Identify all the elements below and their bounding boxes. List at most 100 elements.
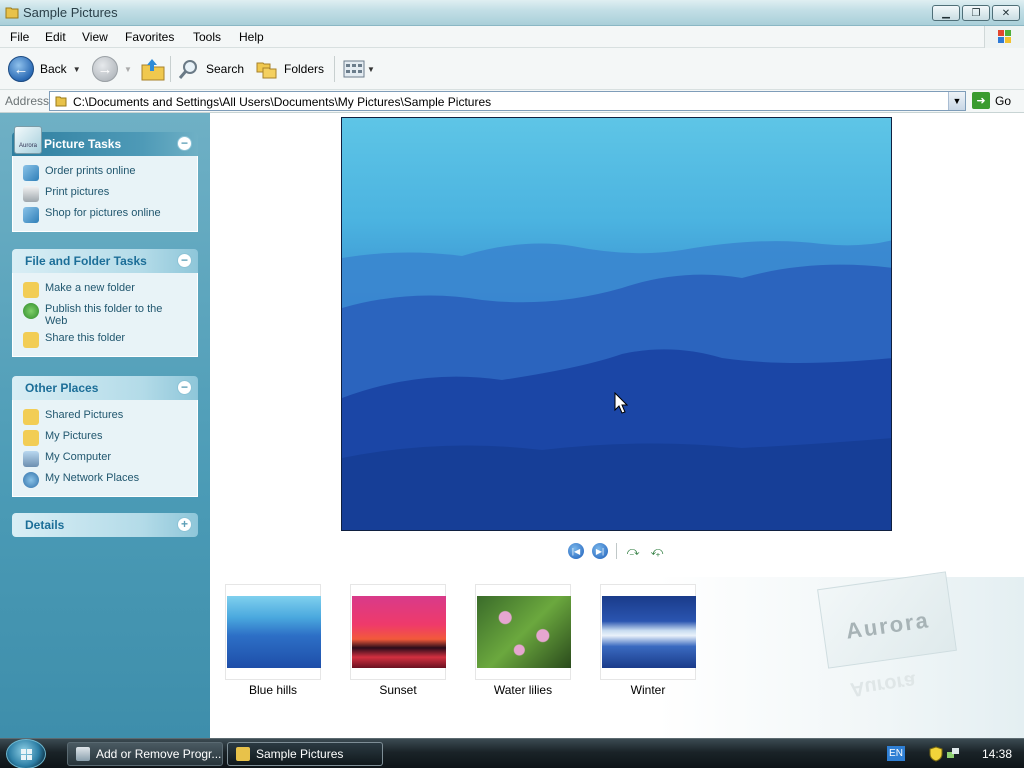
next-icon: ▶| — [595, 546, 605, 556]
security-shield-icon[interactable] — [929, 746, 943, 762]
menu-file[interactable]: File — [10, 30, 29, 44]
up-folder-button[interactable] — [140, 54, 166, 84]
task-new-folder[interactable]: Make a new folder — [13, 280, 197, 301]
printer-icon — [23, 186, 39, 202]
preview-controls: |◀ ▶| ⤼ ⤽ — [568, 543, 665, 559]
address-bar: Address C:\Documents and Settings\All Us… — [0, 90, 1024, 113]
back-label: Back — [40, 62, 67, 76]
search-button[interactable]: Search — [178, 54, 244, 84]
collapse-icon[interactable]: − — [177, 136, 192, 151]
views-dropdown-icon: ▼ — [367, 64, 375, 74]
go-button[interactable]: ➜ Go — [972, 92, 1011, 109]
rotate-clockwise-button[interactable]: ⤼ — [625, 543, 641, 559]
picture-tasks-header[interactable]: Aurora Picture Tasks − — [12, 126, 198, 156]
menu-favorites[interactable]: Favorites — [125, 30, 174, 44]
task-print-pictures[interactable]: Print pictures — [13, 184, 197, 205]
thumbnail-image — [477, 596, 571, 668]
network-icon[interactable] — [946, 746, 960, 762]
thumbnail-winter[interactable] — [600, 584, 696, 680]
other-places-panel: Other Places − Shared Pictures My Pictur… — [12, 376, 198, 497]
other-places-header[interactable]: Other Places − — [12, 376, 198, 400]
panel-title: Other Places — [25, 381, 99, 395]
menu-tools[interactable]: Tools — [193, 30, 221, 44]
control-panel-icon — [76, 747, 90, 761]
close-button[interactable]: ✕ — [992, 5, 1020, 21]
minimize-button[interactable]: ▁ — [932, 5, 960, 21]
file-folder-tasks-header[interactable]: File and Folder Tasks − — [12, 249, 198, 273]
place-shared-pictures[interactable]: Shared Pictures — [13, 407, 197, 428]
forward-dropdown-icon[interactable]: ▼ — [124, 65, 132, 74]
menu-edit[interactable]: Edit — [45, 30, 66, 44]
network-places-icon — [23, 472, 39, 488]
views-icon — [343, 60, 365, 78]
task-shop-pictures[interactable]: Shop for pictures online — [13, 205, 197, 226]
blue-hills-image — [342, 240, 891, 530]
thumbnail-label: Blue hills — [248, 683, 298, 697]
taskbar-add-remove-programs[interactable]: Add or Remove Progr... — [67, 742, 223, 766]
address-input[interactable]: C:\Documents and Settings\All Users\Docu… — [49, 91, 966, 111]
new-folder-icon — [23, 282, 39, 298]
next-image-button[interactable]: ▶| — [592, 543, 608, 559]
filmstrip: Aurora Aurora Blue hills Sunset Water li… — [210, 571, 1024, 738]
picture-tasks-panel: Aurora Picture Tasks − Order prints onli… — [12, 126, 198, 232]
rotate-clockwise-icon: ⤼ — [626, 543, 640, 558]
address-path: C:\Documents and Settings\All Users\Docu… — [73, 95, 492, 109]
place-my-network-places[interactable]: My Network Places — [13, 470, 197, 491]
thumbnail-label: Winter — [630, 683, 666, 697]
panel-title: File and Folder Tasks — [25, 254, 147, 268]
thumbnail-water-lilies[interactable] — [475, 584, 571, 680]
rotate-counterclockwise-icon: ⤽ — [650, 543, 664, 558]
task-order-prints[interactable]: Order prints online — [13, 163, 197, 184]
address-dropdown-button[interactable]: ▼ — [948, 92, 965, 110]
aurora-watermark-reflection: Aurora — [848, 669, 917, 701]
taskbar: Add or Remove Progr... Sample Pictures E… — [0, 738, 1024, 768]
folder-icon — [55, 96, 67, 107]
thumbnail-sunset[interactable] — [350, 584, 446, 680]
back-dropdown-icon[interactable]: ▼ — [73, 65, 81, 74]
forward-button[interactable]: → ▼ — [92, 54, 132, 84]
menu-help[interactable]: Help — [239, 30, 264, 44]
system-tray: EN 14:38 — [884, 739, 1024, 768]
place-my-computer[interactable]: My Computer — [13, 449, 197, 470]
expand-icon[interactable]: + — [177, 517, 192, 532]
up-folder-icon — [141, 59, 165, 81]
folders-icon — [256, 62, 277, 79]
title-bar: Sample Pictures ▁ ❐ ✕ — [0, 0, 1024, 26]
collapse-icon[interactable]: − — [177, 380, 192, 395]
search-icon — [178, 60, 197, 79]
taskbar-sample-pictures[interactable]: Sample Pictures — [227, 742, 383, 766]
share-folder-icon — [23, 332, 39, 348]
previous-image-button[interactable]: |◀ — [568, 543, 584, 559]
folders-button[interactable]: Folders — [256, 54, 324, 84]
shared-pictures-icon — [23, 409, 39, 425]
task-publish-web[interactable]: Publish this folder to the Web — [13, 301, 197, 330]
thumbnail-label: Water lilies — [493, 683, 553, 697]
details-header[interactable]: Details + — [12, 513, 198, 537]
folder-icon — [5, 7, 19, 19]
thumbnail-image — [602, 596, 696, 668]
file-folder-tasks-panel: File and Folder Tasks − Make a new folde… — [12, 249, 198, 357]
rotate-counterclockwise-button[interactable]: ⤽ — [649, 543, 665, 559]
thumbnail-blue-hills[interactable] — [225, 584, 321, 680]
panel-title: Picture Tasks — [44, 137, 122, 151]
thumbnail-label: Sunset — [379, 683, 417, 697]
place-my-pictures[interactable]: My Pictures — [13, 428, 197, 449]
views-button[interactable]: ▼ — [343, 54, 375, 84]
menu-view[interactable]: View — [82, 30, 108, 44]
task-pane: Aurora Picture Tasks − Order prints onli… — [0, 113, 210, 738]
windows-logo-icon — [984, 26, 1024, 48]
maximize-button[interactable]: ❐ — [962, 5, 990, 21]
back-button[interactable]: ← Back ▼ — [8, 54, 81, 84]
restore-icon: ❐ — [971, 7, 981, 19]
shop-online-icon — [23, 207, 39, 223]
window-title: Sample Pictures — [23, 5, 118, 20]
content-area: |◀ ▶| ⤼ ⤽ Aurora Aurora Blue hills Sunse… — [210, 113, 1024, 738]
search-label: Search — [206, 62, 245, 76]
language-indicator[interactable]: EN — [887, 746, 905, 761]
details-panel: Details + — [12, 513, 198, 537]
publish-web-icon — [23, 303, 39, 319]
collapse-icon[interactable]: − — [177, 253, 192, 268]
start-button[interactable] — [6, 739, 46, 768]
task-share-folder[interactable]: Share this folder — [13, 330, 197, 351]
toolbar: ← Back ▼ → ▼ Search Folders ▼ — [0, 48, 1024, 90]
